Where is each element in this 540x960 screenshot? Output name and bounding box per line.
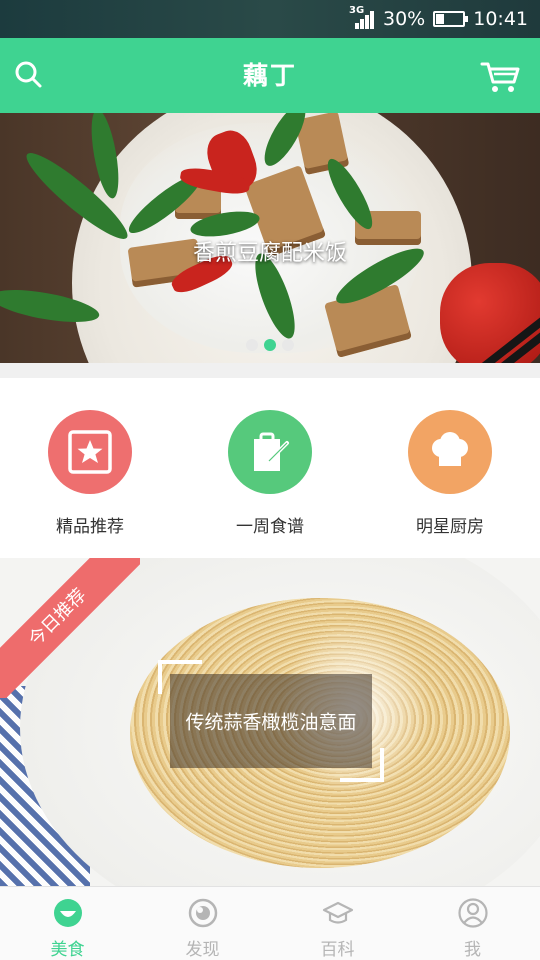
tab-discover[interactable]: 发现 <box>135 887 270 960</box>
profile-icon <box>457 898 488 928</box>
discover-icon <box>188 898 217 928</box>
tab-me[interactable]: 我 <box>405 887 540 960</box>
tab-label: 美食 <box>50 940 85 960</box>
tab-encyclopedia[interactable]: 百科 <box>270 887 405 960</box>
carousel-dot[interactable] <box>246 339 258 351</box>
app-header: 藕丁 <box>0 38 540 113</box>
dish-title: 传统蒜香橄榄油意面 <box>185 711 357 734</box>
banner-carousel[interactable]: 香煎豆腐配米饭 <box>0 113 540 363</box>
battery-icon <box>433 11 469 27</box>
battery-percent: 30% <box>383 8 426 30</box>
carousel-dot[interactable] <box>282 339 294 351</box>
category-featured[interactable]: 精品推荐 <box>0 378 180 558</box>
food-bowl-icon <box>53 899 82 927</box>
chef-hat-icon <box>408 410 492 494</box>
status-bar: 3G 30% 10:41 <box>0 0 540 38</box>
bottom-tab-bar: 美食 发现 百科 我 <box>0 886 540 960</box>
carousel-dot[interactable] <box>264 339 276 351</box>
graduation-cap-icon <box>322 901 353 924</box>
page-title: 藕丁 <box>242 61 297 90</box>
cart-icon <box>480 62 520 92</box>
clipboard-icon <box>228 410 312 494</box>
carousel-indicator <box>0 339 540 351</box>
signal-icon: 3G <box>349 5 375 31</box>
star-card-icon <box>48 410 132 494</box>
network-type: 3G <box>349 5 365 16</box>
category-label: 一周食谱 <box>236 517 304 537</box>
category-label: 明星厨房 <box>416 517 484 537</box>
banner-caption: 香煎豆腐配米饭 <box>192 241 347 266</box>
tab-label: 发现 <box>185 940 220 960</box>
tab-food[interactable]: 美食 <box>0 887 135 960</box>
category-weekly-menu[interactable]: 一周食谱 <box>180 378 360 558</box>
tab-label: 百科 <box>320 940 355 960</box>
recommendation-ribbon: 今日推荐 <box>0 558 140 698</box>
todays-recommendation-card[interactable]: 今日推荐 传统蒜香橄榄油意面 <box>0 558 540 886</box>
clock: 10:41 <box>473 8 528 30</box>
status-indicators: 3G 30% 10:41 <box>349 0 528 38</box>
category-label: 精品推荐 <box>56 517 124 537</box>
tab-label: 我 <box>464 940 481 960</box>
dish-title-frame: 传统蒜香橄榄油意面 <box>158 660 384 782</box>
category-star-kitchen[interactable]: 明星厨房 <box>360 378 540 558</box>
cart-button[interactable] <box>478 54 522 98</box>
category-row: 精品推荐 一周食谱 明星厨房 <box>0 378 540 558</box>
